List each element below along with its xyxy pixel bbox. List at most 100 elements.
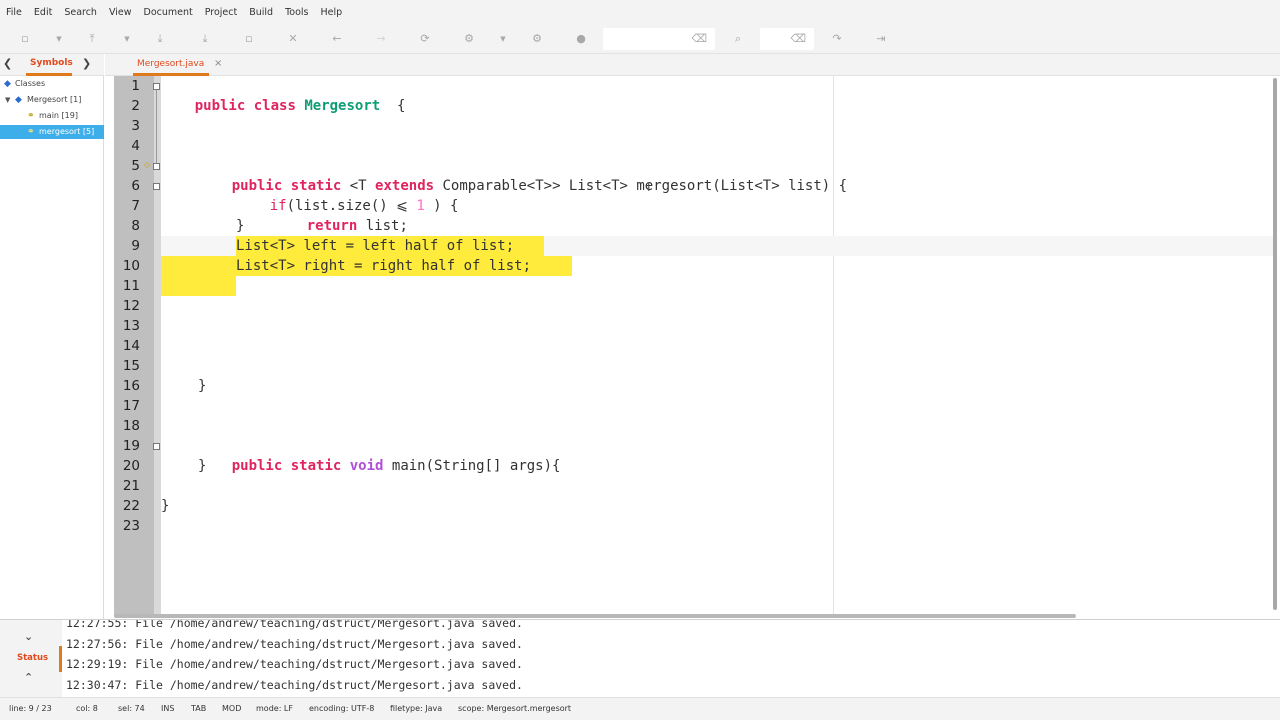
line-number: 13: [122, 318, 140, 334]
compile-icon[interactable]: ⟳: [417, 32, 433, 46]
menu-document[interactable]: Document: [144, 7, 193, 18]
search-input[interactable]: ⌫: [603, 28, 715, 50]
menu-bar: File Edit Search View Document Project B…: [0, 0, 1280, 24]
tree-item-mergesort-method[interactable]: ⚭ mergesort [5]: [0, 125, 104, 139]
class-group-icon: ◆: [4, 79, 11, 89]
active-tab-indicator: [59, 646, 62, 672]
revert-icon[interactable]: ▫: [241, 32, 257, 46]
text-cursor-icon: I: [647, 180, 651, 194]
code-line-16: }: [198, 378, 207, 394]
open-file-dropdown-icon[interactable]: ▼: [119, 32, 135, 46]
code-line-19: public static void main(String[] args){: [231, 458, 561, 474]
line-number: 5: [131, 158, 140, 174]
code-line-9: List<T> left = left half of list;: [236, 238, 515, 254]
message-line: 12:30:47: File /home/andrew/teaching/dst…: [66, 678, 523, 692]
tree-item-main[interactable]: ⚭ main [19]: [0, 109, 104, 123]
menu-build[interactable]: Build: [249, 7, 273, 18]
new-file-icon[interactable]: ▫: [17, 32, 33, 46]
status-encoding: encoding: UTF-8: [309, 704, 375, 713]
editor-tab-strip: Mergesort.java ×: [105, 54, 1280, 76]
line-number: 9: [131, 238, 140, 254]
status-col: col: 8: [76, 704, 98, 713]
chevron-down-icon[interactable]: ⌄: [24, 630, 33, 643]
line-number: 15: [122, 358, 140, 374]
build-icon[interactable]: ⚙: [461, 32, 477, 46]
status-mod: MOD: [222, 704, 242, 713]
menu-project[interactable]: Project: [205, 7, 238, 18]
horizontal-scrollbar[interactable]: [114, 614, 1076, 618]
menu-help[interactable]: Help: [321, 7, 343, 18]
status-sel: sel: 74: [118, 704, 145, 713]
line-number: 18: [122, 418, 140, 434]
line-number: 8: [131, 218, 140, 234]
chevron-right-icon[interactable]: ❯: [82, 57, 91, 70]
tree-item-label: Classes: [15, 79, 46, 88]
run-icon[interactable]: ⚙: [529, 32, 545, 46]
line-number: 16: [122, 378, 140, 394]
tab-symbols[interactable]: Symbols: [30, 58, 73, 68]
message-line: 12:27:56: File /home/andrew/teaching/dst…: [66, 637, 523, 651]
chevron-up-icon[interactable]: ⌃: [24, 671, 33, 684]
method-icon: ⚭: [27, 127, 35, 137]
message-tab-strip: ⌄ Status ⌃: [0, 620, 62, 698]
menu-edit[interactable]: Edit: [34, 7, 52, 18]
line-number: 4: [131, 138, 140, 154]
tree-item-label: main [19]: [39, 111, 78, 120]
menu-view[interactable]: View: [109, 7, 132, 18]
status-tab: TAB: [191, 704, 207, 713]
fold-marker[interactable]: [153, 83, 160, 90]
fold-marker[interactable]: [153, 443, 160, 450]
forward-icon[interactable]: →: [373, 32, 389, 46]
goto-line-input[interactable]: ⌫: [760, 28, 814, 50]
open-file-icon[interactable]: ⤒: [84, 32, 100, 46]
menu-tools[interactable]: Tools: [285, 7, 308, 18]
code-line-5: public static <T extends Comparable<T>> …: [231, 178, 848, 194]
sidebar-tab-strip: ❮ Symbols ❯: [0, 54, 104, 76]
tab-mergesort-java[interactable]: Mergesort.java ×: [127, 54, 237, 76]
close-tab-icon[interactable]: ×: [214, 58, 222, 69]
code-line-20: }: [198, 458, 207, 474]
menu-file[interactable]: File: [6, 7, 22, 18]
search-icon[interactable]: ⌕: [730, 32, 746, 46]
menu-search[interactable]: Search: [64, 7, 97, 18]
save-all-icon[interactable]: ⤓: [197, 32, 213, 46]
close-file-icon[interactable]: ✕: [285, 32, 301, 46]
clear-search-icon[interactable]: ⌫: [691, 32, 707, 45]
line-number: 19: [122, 438, 140, 454]
line-number: 10: [122, 258, 140, 274]
back-icon[interactable]: ←: [329, 32, 345, 46]
tree-item-mergesort-class[interactable]: ▼ ◆ Mergesort [1]: [0, 93, 104, 107]
status-ins: INS: [161, 704, 175, 713]
tree-item-classes[interactable]: ◆ Classes: [0, 77, 104, 91]
vertical-scrollbar[interactable]: [1273, 78, 1277, 610]
quit-icon[interactable]: ⇥: [873, 32, 889, 46]
active-tab-indicator: [26, 73, 72, 76]
method-icon: ⚭: [27, 111, 35, 121]
fold-marker[interactable]: [153, 163, 160, 170]
line-number: 17: [122, 398, 140, 414]
class-icon: ◆: [15, 95, 22, 105]
code-line-1: public class Mergesort {: [194, 98, 406, 114]
sidebar: ❮ Symbols ❯ ◆ Classes ▼ ◆ Mergesort [1] …: [0, 54, 104, 620]
status-bar: line: 9 / 23 col: 8 sel: 74 INS TAB MOD …: [0, 697, 1280, 720]
tab-status[interactable]: Status: [17, 653, 48, 663]
chevron-left-icon[interactable]: ❮: [3, 57, 12, 70]
bookmark-icon: ◇: [144, 160, 151, 169]
expander-icon[interactable]: ▼: [5, 93, 10, 107]
line-number: 11: [122, 278, 140, 294]
clear-goto-icon[interactable]: ⌫: [790, 32, 806, 45]
new-file-dropdown-icon[interactable]: ▼: [51, 32, 67, 46]
build-dropdown-icon[interactable]: ▼: [495, 32, 511, 46]
goto-line-icon[interactable]: ↷: [829, 32, 845, 46]
save-icon[interactable]: ⤓: [152, 32, 168, 46]
color-chooser-icon[interactable]: ●: [573, 32, 589, 46]
status-filetype: filetype: Java: [390, 704, 443, 713]
status-mode: mode: LF: [256, 704, 293, 713]
code-line-10: List<T> right = right half of list;: [236, 258, 532, 274]
status-scope: scope: Mergesort.mergesort: [458, 704, 572, 713]
fold-marker[interactable]: [153, 183, 160, 190]
tree-item-label: Mergesort [1]: [27, 95, 82, 104]
line-number: 3: [131, 118, 140, 134]
code-line-22: }: [161, 498, 170, 514]
code-editor[interactable]: 1 2 3 4 5 6 7 8 9 10 11 12 13 14 15 16 1…: [114, 76, 1280, 616]
